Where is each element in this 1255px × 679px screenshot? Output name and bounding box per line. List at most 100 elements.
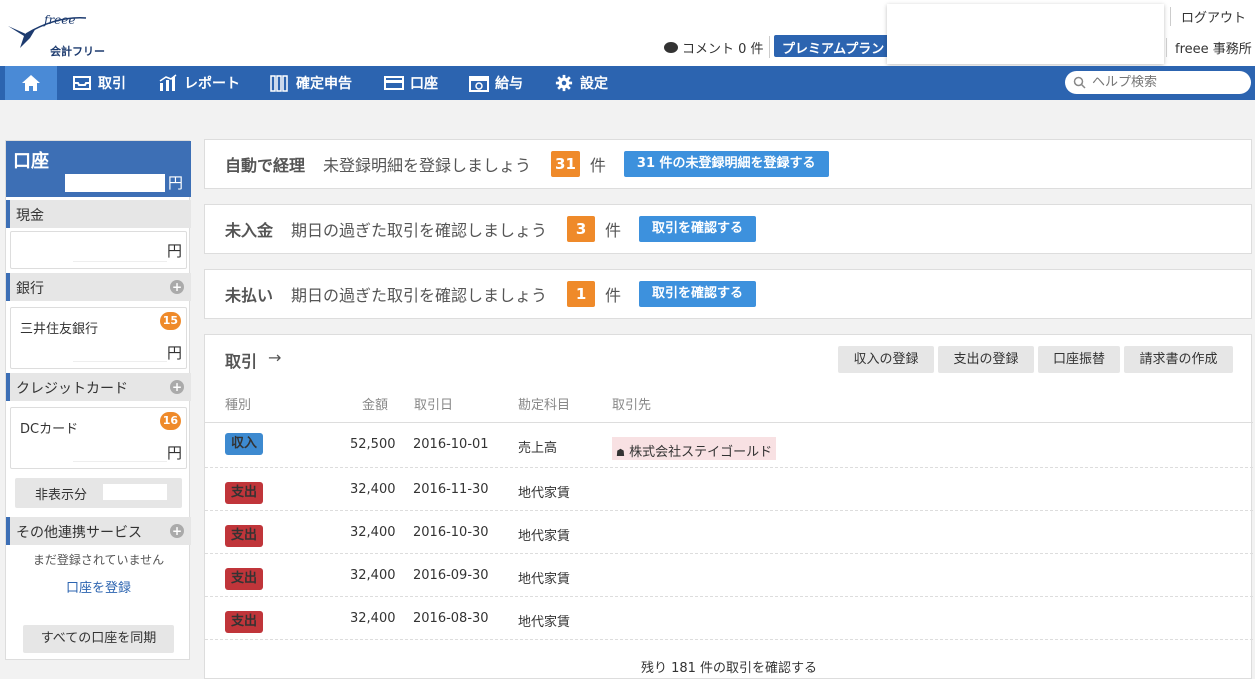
account: 地代家賃 bbox=[518, 572, 571, 587]
more-transactions-link[interactable]: 残り 181 件の取引を確認する bbox=[205, 657, 1253, 676]
add-bank-icon[interactable]: + bbox=[170, 280, 184, 294]
amount: 32,400 bbox=[350, 482, 396, 497]
section-other-services[interactable]: その他連携サービス + bbox=[6, 517, 191, 545]
section-label: 現金 bbox=[16, 208, 44, 224]
table-row[interactable]: 支出 32,400 2016-10-30 地代家賃 bbox=[205, 510, 1253, 553]
section-cash[interactable]: 現金 bbox=[6, 200, 191, 228]
alert-unit: 件 bbox=[605, 286, 622, 305]
comment-label: コメント 0 件 bbox=[682, 42, 764, 57]
nav-label: レポート bbox=[184, 76, 240, 92]
nav-transactions[interactable]: 取引 bbox=[72, 66, 126, 100]
logout-link[interactable]: ログアウト bbox=[1170, 7, 1246, 26]
unregistered-badge: 16 bbox=[159, 412, 181, 430]
bank-account-box[interactable]: 三井住友銀行 15 円 bbox=[10, 307, 187, 369]
tray-icon bbox=[73, 76, 91, 90]
amount: 32,400 bbox=[350, 525, 396, 540]
arrow-right-icon[interactable]: → bbox=[268, 348, 281, 367]
alert-message: 期日の過ぎた取引を確認しましょう bbox=[291, 221, 548, 240]
check-transactions-button[interactable]: 取引を確認する bbox=[639, 216, 757, 242]
premium-plan-button[interactable]: プレミアムプラン bbox=[774, 35, 896, 57]
alert-unreceived: 未入金 期日の過ぎた取引を確認しましょう 3 件 取引を確認する bbox=[204, 204, 1252, 254]
help-search[interactable] bbox=[1065, 71, 1251, 94]
nav-accounts[interactable]: 口座 bbox=[384, 66, 438, 100]
masked-balance bbox=[73, 344, 167, 362]
main-nav: 取引 レポート 確定申告 口座 給与 設定 ヘルプ検索 bbox=[0, 66, 1255, 100]
books-icon bbox=[270, 75, 288, 92]
card-name: DCカード bbox=[20, 422, 79, 437]
section-bank[interactable]: 銀行 + bbox=[6, 273, 191, 301]
amount: 52,500 bbox=[350, 437, 396, 452]
freee-logo[interactable]: freee 会計フリー bbox=[6, 12, 116, 58]
dropdown-popup bbox=[887, 4, 1164, 64]
table-row[interactable]: 支出 32,400 2016-08-30 地代家賃 bbox=[205, 596, 1253, 639]
bank-name: 三井住友銀行 bbox=[20, 322, 99, 337]
yen-unit: 円 bbox=[168, 174, 184, 192]
add-card-icon[interactable]: + bbox=[170, 380, 184, 394]
create-invoice-button[interactable]: 請求書の作成 bbox=[1124, 346, 1233, 373]
nav-settings[interactable]: 設定 bbox=[554, 66, 608, 100]
help-search-input[interactable] bbox=[1092, 75, 1242, 90]
account: 地代家賃 bbox=[518, 486, 571, 501]
bar-chart-icon bbox=[159, 74, 177, 91]
col-header-account: 勘定科目 bbox=[518, 398, 571, 413]
sync-all-button[interactable]: すべての口座を同期 bbox=[23, 625, 174, 653]
building-icon: ☗ bbox=[616, 448, 625, 459]
alert-unit: 件 bbox=[605, 221, 622, 240]
masked-balance bbox=[73, 244, 167, 262]
register-statements-button[interactable]: 31 件の未登録明細を登録する bbox=[623, 151, 829, 177]
card-account-box[interactable]: DCカード 16 円 bbox=[10, 407, 187, 469]
type-badge: 収入 bbox=[225, 433, 263, 455]
table-row[interactable]: 収入 52,500 2016-10-01 売上高 ☗ 株式会社ステイゴールド bbox=[205, 422, 1253, 465]
office-name[interactable]: freee 事務所 bbox=[1166, 38, 1252, 57]
section-label: クレジットカード bbox=[16, 381, 128, 397]
account: 地代家賃 bbox=[518, 529, 571, 544]
register-expense-button[interactable]: 支出の登録 bbox=[938, 346, 1034, 373]
accounts-sidebar: 口座 円 現金 円 銀行 + 三井住友銀行 15 円 クレジットカード + DC… bbox=[5, 140, 191, 660]
date: 2016-08-30 bbox=[413, 611, 489, 626]
cash-box[interactable]: 円 bbox=[10, 231, 187, 269]
hidden-accounts-button[interactable]: 非表示分 bbox=[15, 478, 182, 508]
home-button[interactable] bbox=[5, 66, 57, 100]
section-label: その他連携サービス bbox=[16, 525, 142, 541]
alert-message: 期日の過ぎた取引を確認しましょう bbox=[291, 286, 548, 305]
nav-payroll[interactable]: 給与 bbox=[469, 66, 523, 100]
add-service-icon[interactable]: + bbox=[170, 524, 184, 538]
divider bbox=[769, 36, 770, 58]
logo-text: 会計フリー bbox=[50, 45, 105, 58]
type-badge: 支出 bbox=[225, 525, 263, 547]
register-account-link[interactable]: 口座を登録 bbox=[6, 577, 191, 596]
type-badge: 支出 bbox=[225, 482, 263, 504]
partner-tag[interactable]: ☗ 株式会社ステイゴールド bbox=[612, 437, 777, 460]
row-divider bbox=[205, 639, 1253, 640]
transactions-panel: 取引 → 収入の登録 支出の登録 口座振替 請求書の作成 種別 金額 取引日 勘… bbox=[204, 334, 1253, 679]
sidebar-header: 口座 円 bbox=[6, 141, 191, 197]
masked-hidden-balance bbox=[103, 484, 167, 500]
table-row[interactable]: 支出 32,400 2016-11-30 地代家賃 bbox=[205, 467, 1253, 510]
register-income-button[interactable]: 収入の登録 bbox=[838, 346, 934, 373]
table-row[interactable]: 支出 32,400 2016-09-30 地代家賃 bbox=[205, 553, 1253, 596]
date: 2016-10-30 bbox=[413, 525, 489, 540]
yen-unit: 円 bbox=[167, 242, 183, 260]
check-transactions-button[interactable]: 取引を確認する bbox=[639, 281, 757, 307]
hidden-label: 非表示分 bbox=[35, 488, 88, 503]
alert-label: 未払い bbox=[225, 286, 274, 305]
amount: 32,400 bbox=[350, 611, 396, 626]
svg-text:freee: freee bbox=[43, 13, 75, 27]
account-transfer-button[interactable]: 口座振替 bbox=[1038, 346, 1120, 373]
sidebar-title: 口座 bbox=[13, 151, 49, 172]
section-credit-card[interactable]: クレジットカード + bbox=[6, 373, 191, 401]
masked-total bbox=[65, 174, 165, 192]
comment-count[interactable]: コメント 0 件 bbox=[664, 38, 764, 57]
transactions-title[interactable]: 取引 bbox=[225, 348, 257, 372]
col-header-type: 種別 bbox=[225, 398, 252, 413]
calendar-icon bbox=[469, 76, 489, 92]
alert-label: 未入金 bbox=[225, 221, 274, 240]
section-label: 銀行 bbox=[16, 281, 44, 297]
partner-name: 株式会社ステイゴールド bbox=[629, 445, 773, 460]
empty-note: まだ登録されていません bbox=[32, 553, 165, 567]
alert-count: 1 bbox=[567, 281, 596, 307]
type-badge: 支出 bbox=[225, 611, 263, 633]
nav-reports[interactable]: レポート bbox=[158, 66, 240, 100]
masked-balance bbox=[73, 444, 167, 462]
nav-tax-return[interactable]: 確定申告 bbox=[270, 66, 352, 100]
